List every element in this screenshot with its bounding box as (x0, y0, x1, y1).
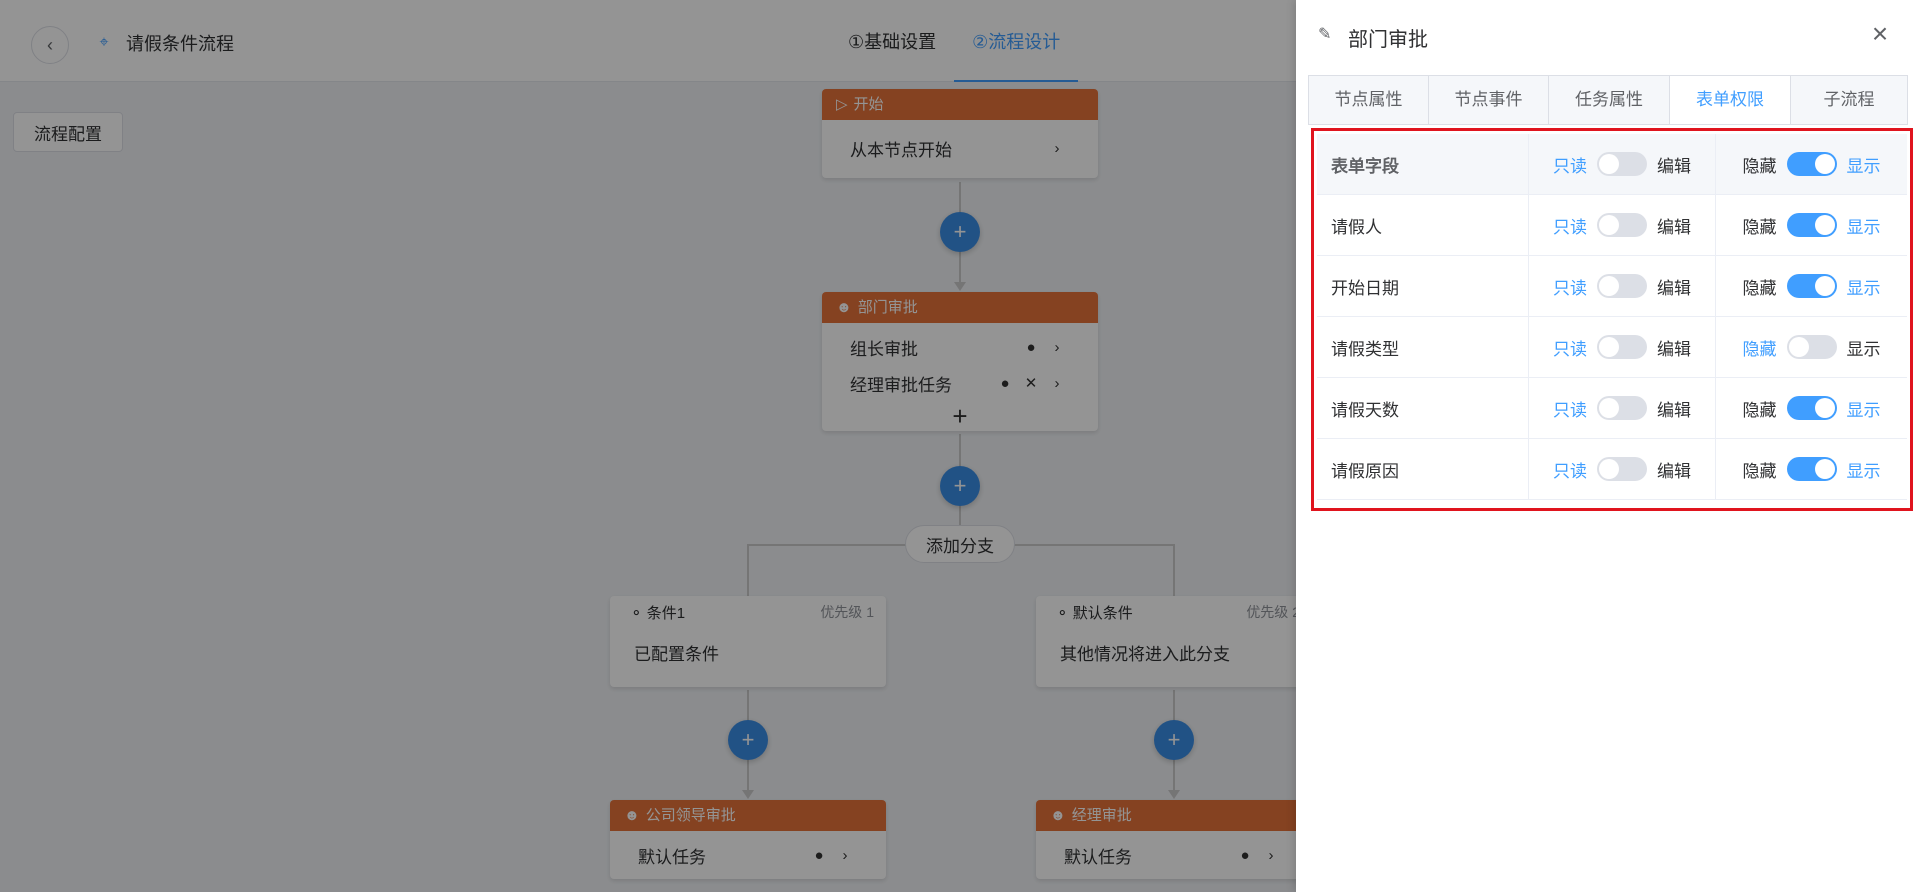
hide-label: 隐藏 (1742, 339, 1777, 359)
show-label: 显示 (1846, 400, 1881, 420)
edit-toggle[interactable] (1597, 335, 1647, 359)
edit-label: 编辑 (1657, 278, 1691, 298)
tab-form-permissions[interactable]: 表单权限 (1670, 76, 1791, 124)
hide-show-cell: 隐藏 显示 (1716, 317, 1907, 377)
field-name: 请假原因 (1317, 439, 1529, 499)
visibility-toggle[interactable] (1786, 213, 1837, 237)
visibility-toggle[interactable] (1786, 457, 1837, 481)
readonly-label: 只读 (1553, 461, 1587, 481)
node-settings-drawer: ✎ 部门审批 × 节点属性 节点事件 任务属性 表单权限 子流程 表单字段 只读编… (1296, 0, 1920, 892)
readonly-label: 只读 (1553, 278, 1587, 298)
edit-label: 编辑 (1657, 339, 1691, 359)
tab-subprocess[interactable]: 子流程 (1791, 76, 1907, 124)
hide-show-cell: 隐藏 显示 (1716, 195, 1907, 255)
readonly-edit-cell: 只读 编辑 (1529, 195, 1716, 255)
readonly-edit-cell: 只读 编辑 (1529, 439, 1716, 499)
field-name: 请假类型 (1317, 317, 1529, 377)
edit-toggle[interactable] (1597, 457, 1647, 481)
field-name: 请假人 (1317, 195, 1529, 255)
edit-toggle[interactable] (1597, 274, 1647, 298)
table-row: 请假天数 只读 编辑 隐藏 显示 (1317, 378, 1907, 439)
hide-show-cell: 隐藏 显示 (1716, 439, 1907, 499)
drawer-tabs: 节点属性 节点事件 任务属性 表单权限 子流程 (1308, 75, 1908, 125)
show-label: 显示 (1846, 156, 1881, 176)
visibility-toggle[interactable] (1786, 152, 1837, 176)
edit-toggle[interactable] (1597, 396, 1647, 420)
hide-show-cell: 隐藏 显示 (1716, 134, 1907, 194)
readonly-label: 只读 (1553, 156, 1587, 176)
hide-label: 隐藏 (1742, 400, 1777, 420)
hide-label: 隐藏 (1742, 461, 1777, 481)
permissions-header-row: 表单字段 只读 编辑 隐藏 显示 (1317, 134, 1907, 195)
show-label: 显示 (1846, 278, 1881, 298)
show-label: 显示 (1846, 461, 1881, 481)
tab-node-properties[interactable]: 节点属性 (1309, 76, 1429, 124)
permissions-table: 表单字段 只读 编辑 隐藏 显示 请假人 只读 编辑 隐藏 显示 开始日期 只读 编辑 隐藏 显示 请假类型只… (1317, 134, 1907, 500)
show-label: 显示 (1846, 339, 1881, 359)
tab-task-properties[interactable]: 任务属性 (1549, 76, 1670, 124)
hide-label: 隐藏 (1742, 156, 1777, 176)
readonly-label: 只读 (1553, 400, 1587, 420)
table-row: 请假类型 只读 编辑 隐藏 显示 (1317, 317, 1907, 378)
hide-show-cell: 隐藏 显示 (1716, 378, 1907, 438)
hide-label: 隐藏 (1742, 217, 1777, 237)
field-name: 请假天数 (1317, 378, 1529, 438)
table-row: 请假人 只读 编辑 隐藏 显示 (1317, 195, 1907, 256)
hide-show-cell: 隐藏 显示 (1716, 256, 1907, 316)
table-row: 请假原因 只读 编辑 隐藏 显示 (1317, 439, 1907, 500)
edit-label: 编辑 (1657, 400, 1691, 420)
edit-label: 编辑 (1657, 156, 1691, 176)
drawer-title: 部门审批 (1348, 29, 1428, 51)
field-name: 开始日期 (1317, 256, 1529, 316)
form-permissions-panel: 表单字段 只读 编辑 隐藏 显示 请假人 只读 编辑 隐藏 显示 开始日期 只读 编辑 隐藏 显示 请假类型只… (1311, 128, 1913, 511)
show-label: 显示 (1846, 217, 1881, 237)
readonly-label: 只读 (1553, 339, 1587, 359)
visibility-toggle[interactable] (1786, 274, 1837, 298)
edit-icon: ✎ (1318, 26, 1332, 43)
edit-toggle[interactable] (1597, 213, 1647, 237)
drawer-overlay-mask[interactable] (0, 0, 1296, 892)
visibility-toggle[interactable] (1786, 396, 1837, 420)
edit-toggle[interactable] (1597, 152, 1647, 176)
table-row: 开始日期 只读 编辑 隐藏 显示 (1317, 256, 1907, 317)
hide-label: 隐藏 (1742, 278, 1777, 298)
drawer-header: ✎ 部门审批 × (1296, 0, 1920, 70)
readonly-edit-cell: 只读 编辑 (1529, 317, 1716, 377)
visibility-toggle[interactable] (1786, 335, 1837, 359)
edit-label: 编辑 (1657, 461, 1691, 481)
field-name: 表单字段 (1317, 134, 1529, 194)
tab-node-events[interactable]: 节点事件 (1429, 76, 1549, 124)
readonly-edit-cell: 只读 编辑 (1529, 378, 1716, 438)
readonly-edit-cell: 只读 编辑 (1529, 256, 1716, 316)
readonly-label: 只读 (1553, 217, 1587, 237)
close-icon[interactable]: × (1864, 18, 1896, 50)
readonly-edit-cell: 只读 编辑 (1529, 134, 1716, 194)
edit-label: 编辑 (1657, 217, 1691, 237)
